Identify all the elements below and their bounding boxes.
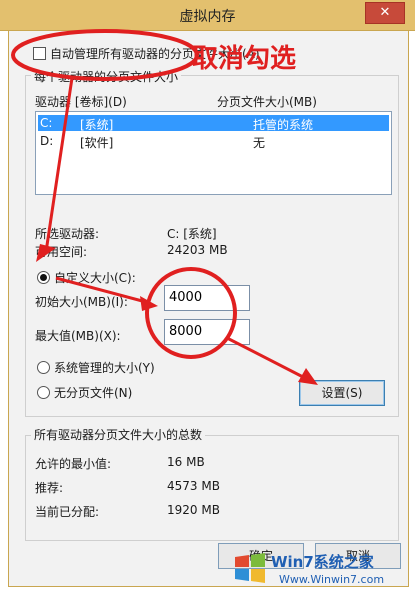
watermark: Win7系统之家 Www.Winwin7.com xyxy=(215,543,415,593)
annotation-overlay xyxy=(11,29,318,385)
annotation-circle-inputs xyxy=(145,267,237,359)
annotation-arrow-head-1 xyxy=(36,244,56,262)
annotation-arrow-line-2 xyxy=(55,276,147,304)
annotation-arrow-line-3 xyxy=(226,336,306,380)
annotation-text: 取消勾选 xyxy=(192,44,297,74)
annotation-ellipse-checkbox xyxy=(11,29,199,81)
annotation-arrow-line-1 xyxy=(44,77,74,253)
watermark-brand: Win7系统之家 xyxy=(271,553,374,571)
watermark-url: Www.Winwin7.com xyxy=(279,573,385,586)
